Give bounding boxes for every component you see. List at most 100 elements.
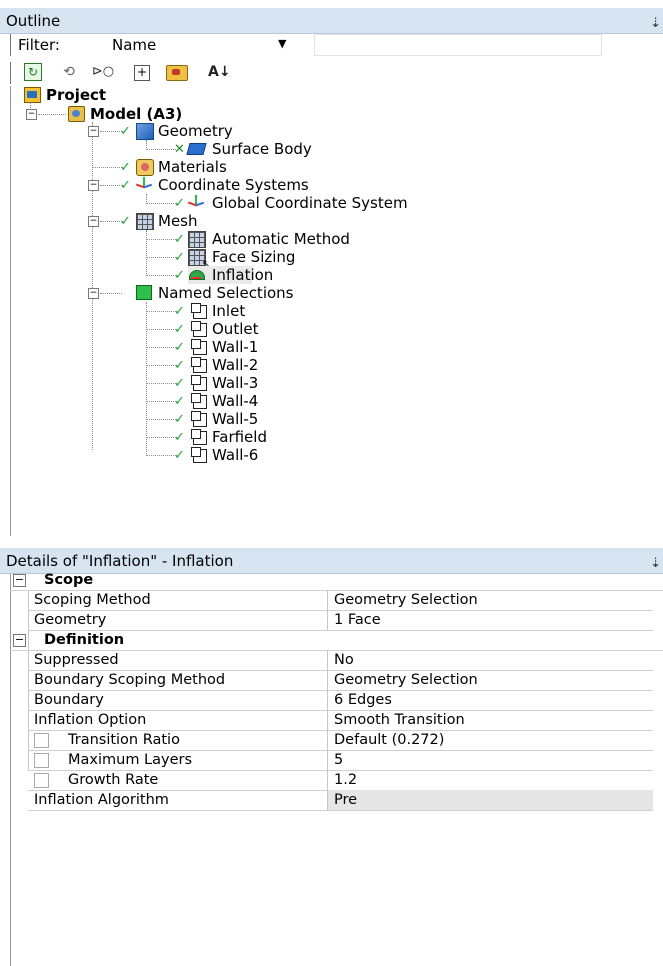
details-row[interactable]: Scoping Method Geometry Selection <box>28 590 653 611</box>
row-key: Boundary <box>34 692 104 708</box>
row-key: Boundary Scoping Method <box>34 672 226 688</box>
tree-connector <box>146 302 147 456</box>
filter-select-value: Name <box>112 36 157 54</box>
row-key: Growth Rate <box>68 772 159 788</box>
row-value-selected[interactable]: Pre <box>328 790 653 810</box>
category-scope[interactable]: − Scope <box>10 570 663 591</box>
tree-item-inflation[interactable]: Inflation <box>188 266 273 284</box>
x-mark-icon: ✕ <box>174 142 185 157</box>
tree-label-named-selection: Wall-6 <box>212 446 259 464</box>
collapse-icon[interactable]: − <box>13 634 26 647</box>
parameter-checkbox[interactable] <box>34 753 49 768</box>
filter-select[interactable]: Name ▼ <box>106 34 302 56</box>
tree-label-global-coordinate-system: Global Coordinate System <box>212 194 408 212</box>
row-divider <box>327 710 328 730</box>
refresh-icon[interactable]: ↻ <box>24 63 42 81</box>
details-row[interactable]: Transition Ratio Default (0.272) <box>28 730 653 751</box>
details-title: Details of "Inflation" - Inflation <box>6 552 234 570</box>
tree-connector <box>146 257 176 258</box>
filter-search-input[interactable] <box>314 34 602 56</box>
method-icon <box>188 231 206 248</box>
parameter-checkbox[interactable] <box>34 773 49 788</box>
details-row[interactable]: Boundary 6 Edges <box>28 690 653 711</box>
tree-connector <box>92 122 93 450</box>
outline-panel-title: Outline ⇣ <box>0 8 663 34</box>
tree-connector <box>146 455 176 456</box>
tree-label-project: Project <box>46 86 107 104</box>
row-value: No <box>334 652 354 668</box>
details-row[interactable]: Growth Rate 1.2 <box>28 770 653 791</box>
named-selections-icon <box>136 285 152 300</box>
tree-connector <box>146 329 176 330</box>
details-row[interactable]: Suppressed No <box>28 650 653 671</box>
collapse-icon[interactable]: − <box>88 180 99 191</box>
outline-title: Outline <box>6 12 61 30</box>
row-key: Suppressed <box>34 652 119 668</box>
category-label: Definition <box>44 632 125 648</box>
sort-az-icon[interactable]: A↓ <box>208 63 231 81</box>
row-value: 1 Face <box>334 612 381 628</box>
tree-label-named-selection: Outlet <box>212 320 259 338</box>
mesh-icon <box>136 213 154 230</box>
row-key: Inflation Algorithm <box>34 792 169 808</box>
tree-connector <box>146 365 176 366</box>
check-icon: ✓ <box>174 358 185 373</box>
tree-connector <box>92 167 122 168</box>
tree-connector <box>38 114 66 115</box>
tree-connector <box>146 383 176 384</box>
details-row[interactable]: Maximum Layers 5 <box>28 750 653 771</box>
tree-connector <box>146 275 176 276</box>
details-row[interactable]: Inflation Algorithm Pre <box>28 790 653 811</box>
tree-connector <box>100 131 122 132</box>
collapse-icon[interactable]: − <box>88 126 99 137</box>
tree-label-surface-body: Surface Body <box>212 140 312 158</box>
tree-label-named-selection: Farfield <box>212 428 267 446</box>
toolbar-grip <box>10 34 11 56</box>
check-icon: ✓ <box>120 124 131 139</box>
tree-filter-icon[interactable]: ⊳○ <box>90 63 116 81</box>
check-icon: ✓ <box>120 214 131 229</box>
details-row[interactable]: Inflation Option Smooth Transition <box>28 710 653 731</box>
tree-connector <box>146 401 176 402</box>
category-label: Scope <box>44 572 94 588</box>
folder-icon[interactable] <box>166 65 188 81</box>
tree-connector <box>146 347 176 348</box>
tree-label-coordinate-systems: Coordinate Systems <box>158 176 309 194</box>
project-icon <box>24 87 41 103</box>
tree-label-named-selection: Wall-1 <box>212 338 259 356</box>
tree-label-automatic-method: Automatic Method <box>212 230 350 248</box>
tree-label-materials: Materials <box>158 158 227 176</box>
selection-icon <box>191 447 207 463</box>
tree-connector <box>100 185 122 186</box>
inflation-icon <box>188 268 205 280</box>
check-icon: ✓ <box>174 196 185 211</box>
selection-icon <box>191 303 207 319</box>
collapse-icon[interactable]: − <box>88 216 99 227</box>
collapse-environment-icon[interactable]: ⟲ <box>60 63 78 81</box>
toolbar-grip <box>10 62 11 84</box>
materials-icon <box>136 159 154 176</box>
check-icon: ✓ <box>174 430 185 445</box>
tree-label-named-selections: Named Selections <box>158 284 294 302</box>
check-icon: ✓ <box>120 178 131 193</box>
tree-connector <box>146 203 176 204</box>
category-definition[interactable]: − Definition <box>10 630 663 651</box>
row-divider <box>327 670 328 690</box>
expand-all-icon[interactable]: + <box>134 65 150 81</box>
row-key: Inflation Option <box>34 712 147 728</box>
details-row[interactable]: Boundary Scoping Method Geometry Selecti… <box>28 670 653 691</box>
collapse-icon[interactable]: − <box>13 574 26 587</box>
tree-label-named-selection: Wall-4 <box>212 392 259 410</box>
parameter-checkbox[interactable] <box>34 733 49 748</box>
row-value: 6 Edges <box>334 692 392 708</box>
check-icon: ✓ <box>174 376 185 391</box>
tree-label-face-sizing: Face Sizing <box>212 248 296 266</box>
tree-label-named-selection: Wall-2 <box>212 356 259 374</box>
collapse-icon[interactable]: − <box>26 109 37 120</box>
check-icon: ✓ <box>174 268 185 283</box>
tree-connector <box>146 437 176 438</box>
collapse-icon[interactable]: − <box>88 288 99 299</box>
details-row[interactable]: Geometry 1 Face <box>28 610 653 631</box>
selection-icon <box>191 375 207 391</box>
row-divider <box>327 650 328 670</box>
